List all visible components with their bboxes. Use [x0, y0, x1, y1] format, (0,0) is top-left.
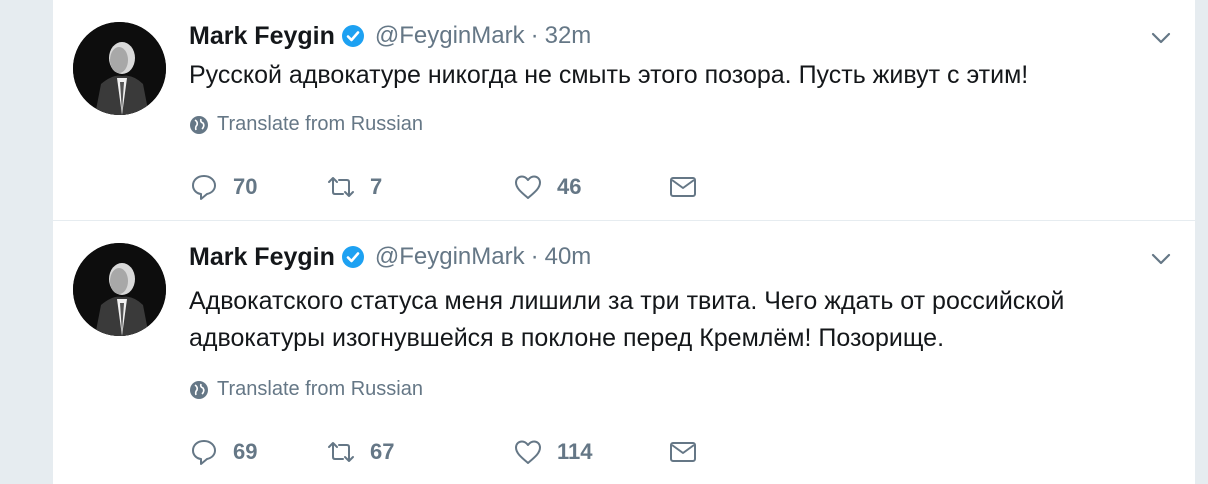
reply-icon	[189, 172, 219, 202]
verified-badge-icon	[341, 24, 365, 48]
translate-link[interactable]: Translate from Russian	[189, 113, 423, 136]
retweet-icon	[326, 172, 356, 202]
tweet-header: Mark Feygin @FeyginMark · 32m	[189, 16, 591, 56]
envelope-icon	[668, 437, 698, 467]
avatar[interactable]	[73, 22, 166, 115]
reply-button[interactable]: 69	[189, 432, 257, 472]
retweet-count: 67	[370, 439, 395, 464]
author-name[interactable]: Mark Feygin	[189, 22, 335, 51]
like-count: 114	[557, 439, 593, 464]
like-button[interactable]: 46	[513, 167, 581, 207]
reply-count: 69	[233, 439, 258, 464]
translate-label: Translate from Russian	[217, 378, 423, 400]
verified-badge-icon	[341, 245, 365, 269]
timestamp[interactable]: 40m	[545, 243, 592, 271]
translate-label: Translate from Russian	[217, 113, 423, 135]
retweet-count: 7	[370, 174, 383, 199]
avatar[interactable]	[73, 243, 166, 336]
retweet-icon	[326, 437, 356, 467]
tweet[interactable]: Mark Feygin @FeyginMark · 32m Русской ад…	[53, 0, 1195, 221]
tweet-actions: 70 7 46	[189, 167, 749, 207]
timestamp[interactable]: 32m	[545, 22, 592, 50]
like-button[interactable]: 114	[513, 432, 593, 472]
heart-icon	[513, 437, 543, 467]
tweet[interactable]: Mark Feygin @FeyginMark · 40m Адвокатско…	[53, 221, 1195, 484]
envelope-icon	[668, 172, 698, 202]
author-handle[interactable]: @FeyginMark	[375, 22, 525, 50]
tweet-text: Русской адвокатуре никогда не смыть этог…	[189, 61, 1029, 89]
globe-icon	[189, 115, 209, 135]
translate-link[interactable]: Translate from Russian	[189, 378, 423, 401]
author-name[interactable]: Mark Feygin	[189, 243, 335, 272]
heart-icon	[513, 172, 543, 202]
reply-count: 70	[233, 174, 258, 199]
reply-button[interactable]: 70	[189, 167, 257, 207]
reply-icon	[189, 437, 219, 467]
direct-message-button[interactable]	[668, 432, 698, 472]
separator-dot: ·	[530, 22, 539, 49]
tweet-text: Адвокатского статуса меня лишили за три …	[189, 287, 1065, 352]
retweet-button[interactable]: 67	[326, 432, 394, 472]
separator-dot: ·	[530, 243, 539, 270]
like-count: 46	[557, 174, 582, 199]
retweet-button[interactable]: 7	[326, 167, 382, 207]
tweet-header: Mark Feygin @FeyginMark · 40m	[189, 237, 591, 277]
tweet-actions: 69 67 114	[189, 432, 749, 472]
chevron-down-icon[interactable]	[1149, 26, 1173, 50]
chevron-down-icon[interactable]	[1149, 247, 1173, 271]
author-handle[interactable]: @FeyginMark	[375, 243, 525, 271]
globe-icon	[189, 380, 209, 400]
timeline: Mark Feygin @FeyginMark · 32m Русской ад…	[52, 0, 1196, 484]
direct-message-button[interactable]	[668, 167, 698, 207]
